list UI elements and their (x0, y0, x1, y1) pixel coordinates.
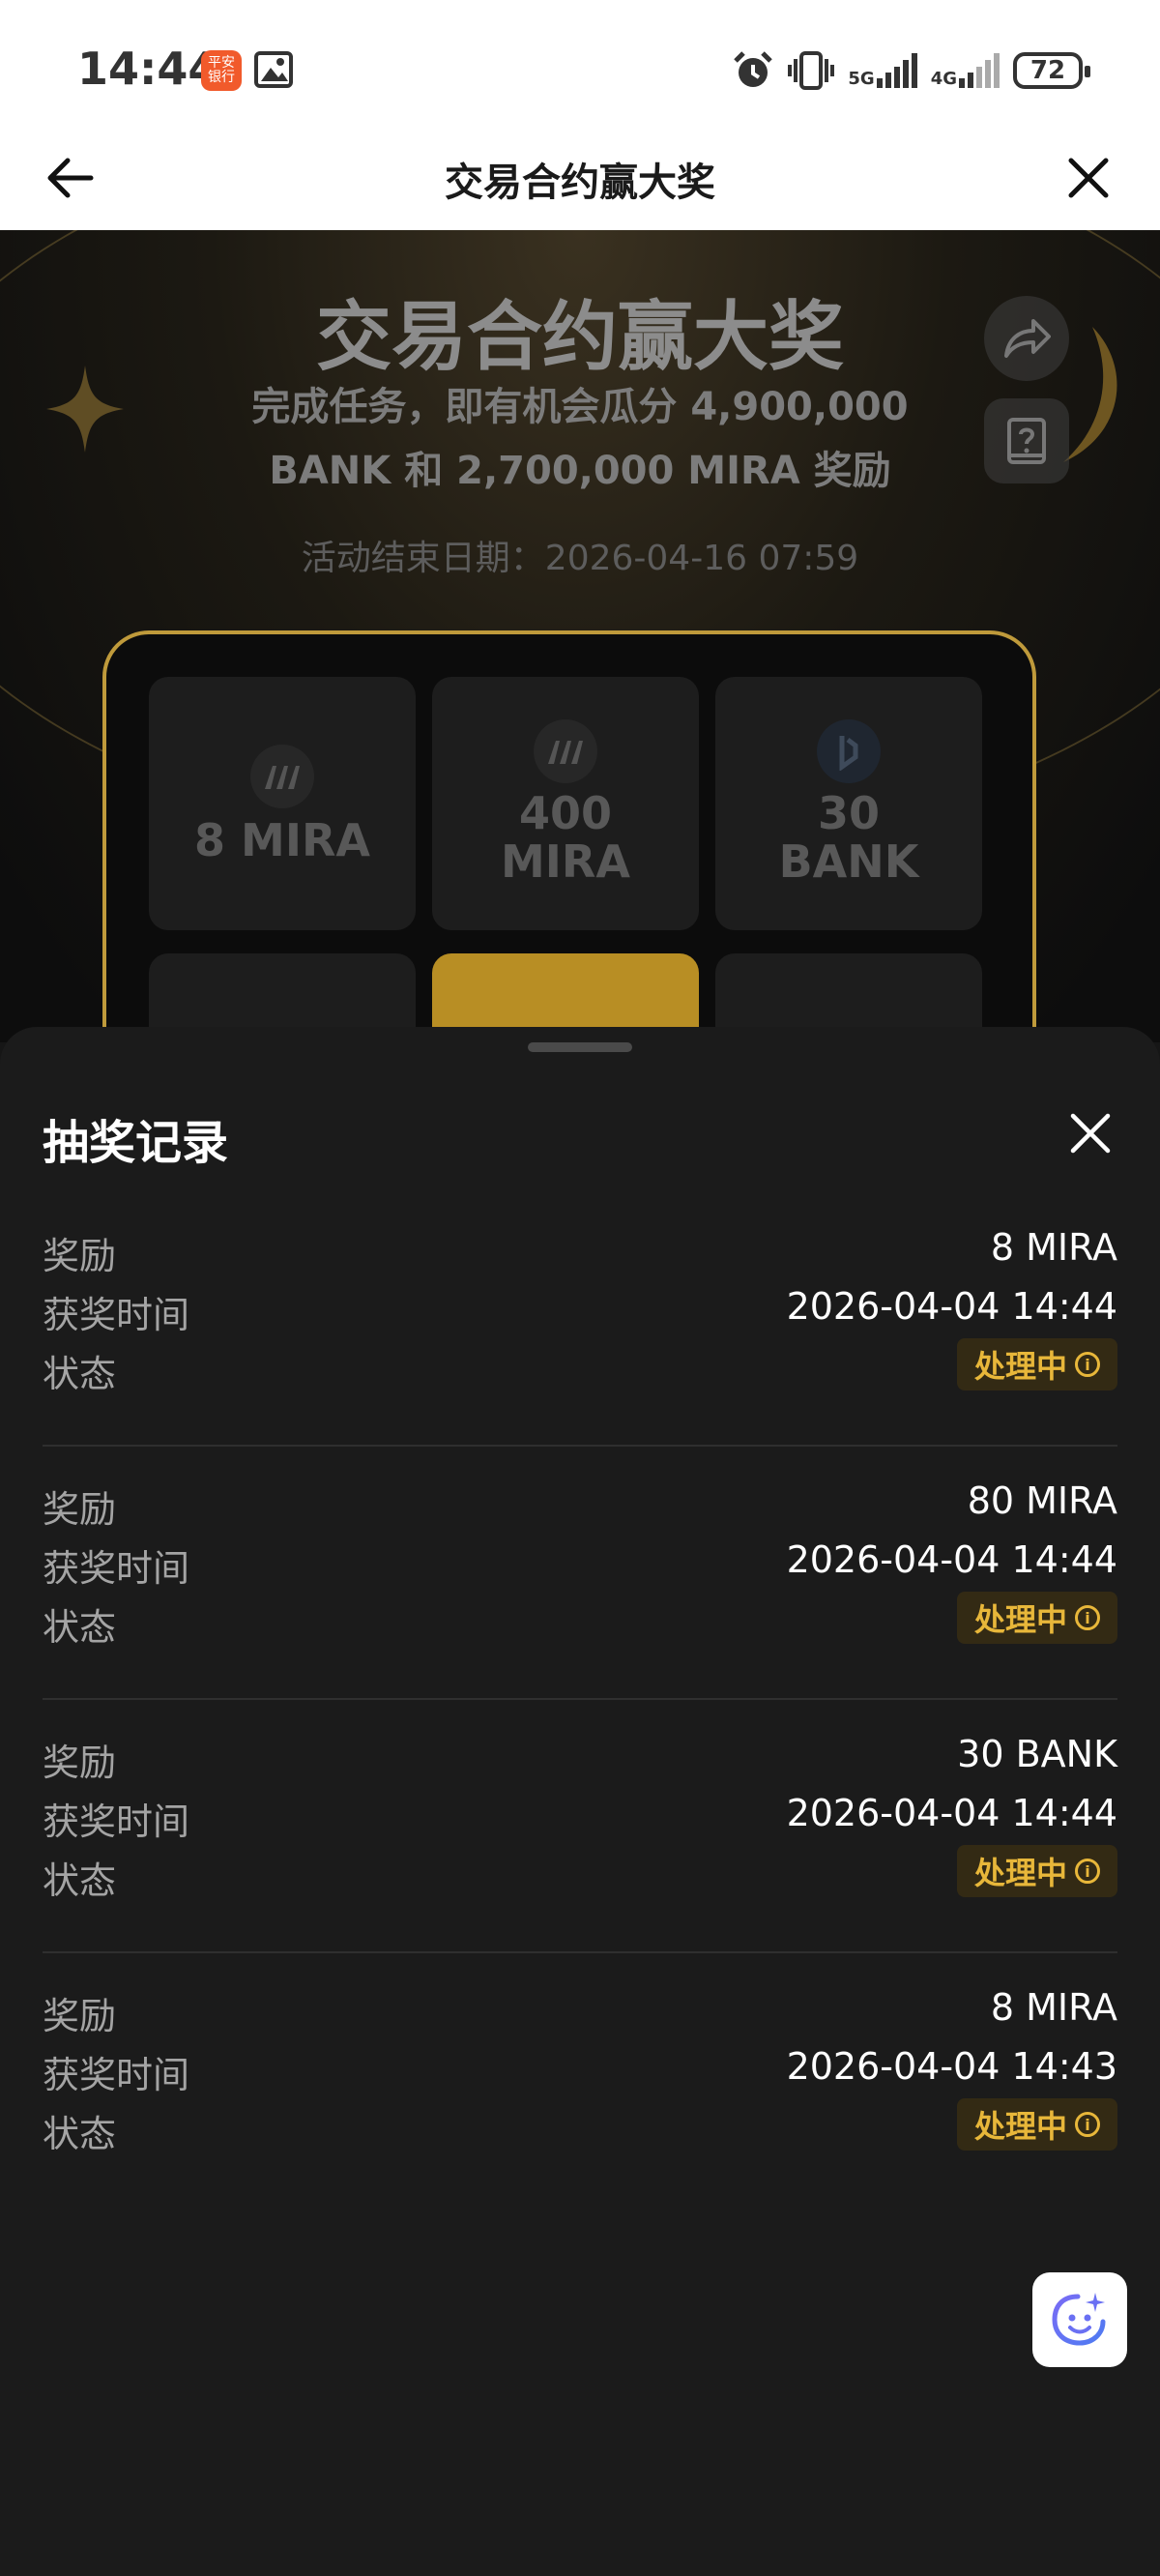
page-title: 交易合约赢大奖 (445, 161, 715, 205)
time-row: 获奖时间 2026-04-04 14:43 (43, 2039, 1117, 2097)
mira-logo-icon (534, 719, 597, 783)
promo-subtitle: 完成任务，即有机会瓜分 4,900,000 BANK 和 2,700,000 M… (251, 385, 909, 493)
lottery-records-sheet: 抽奖记录 奖励 8 MIRA 获奖时间 2026-04-04 14:44 状态 … (0, 1027, 1160, 2576)
time-value: 2026-04-04 14:43 (786, 2045, 1117, 2088)
status-text: 处理中 (973, 1601, 1067, 1638)
status-row: 状态 处理中 i (43, 1592, 1117, 1650)
vibrate-icon (788, 51, 835, 90)
prize-label: 400 MIRA (501, 787, 630, 888)
prize-cell: 30 BANK (715, 677, 982, 930)
sheet-drag-handle[interactable] (528, 1042, 632, 1052)
time-label: 获奖时间 (43, 1800, 190, 1843)
info-icon[interactable]: i (1075, 2112, 1100, 2137)
status-row: 状态 处理中 i (43, 1845, 1117, 1903)
time-value: 2026-04-04 14:44 (786, 1538, 1117, 1581)
status-badge[interactable]: 处理中 i (956, 1338, 1117, 1390)
prize-label: 8 MIRA (194, 814, 370, 866)
status-badge[interactable]: 处理中 i (956, 1845, 1117, 1897)
divider (43, 1951, 1117, 1953)
info-icon[interactable]: i (1075, 1859, 1100, 1884)
record-item: 奖励 8 MIRA 获奖时间 2026-04-04 14:44 状态 处理中 i (43, 1220, 1117, 1474)
reward-value: 80 MIRA (967, 1479, 1117, 1522)
time-label: 获奖时间 (43, 1547, 190, 1590)
share-icon (1004, 319, 1051, 358)
time-label: 获奖时间 (43, 2054, 190, 2096)
divider (43, 1445, 1117, 1447)
reward-value: 8 MIRA (990, 1986, 1117, 2029)
image-notification-icon (254, 51, 293, 88)
network-5g-label: 5G (848, 69, 875, 89)
status-label: 状态 (43, 1353, 117, 1395)
status-text: 处理中 (973, 2108, 1067, 2145)
alarm-icon (734, 51, 773, 87)
reward-label: 奖励 (43, 1235, 117, 1277)
reward-row: 奖励 8 MIRA (43, 1220, 1117, 1278)
time-value: 2026-04-04 14:44 (786, 1792, 1117, 1834)
divider (43, 1698, 1117, 1700)
mira-logo-icon (250, 745, 314, 808)
promo-banner: 交易合约赢大奖 完成任务，即有机会瓜分 4,900,000 BANK 和 2,7… (0, 230, 1160, 1042)
nav-header: 交易合约赢大奖 (0, 126, 1160, 230)
prize-label: 30 BANK (778, 787, 919, 888)
status-label: 状态 (43, 1606, 117, 1649)
time-label: 获奖时间 (43, 1294, 190, 1336)
prize-cell: 400 MIRA (432, 677, 699, 930)
promo-end-date: 活动结束日期：2026-04-16 07:59 (301, 539, 859, 578)
record-item: 奖励 30 BANK 获奖时间 2026-04-04 14:44 状态 处理中 … (43, 1727, 1117, 1980)
battery-level: 72 (1030, 56, 1066, 85)
time-row: 获奖时间 2026-04-04 14:44 (43, 1786, 1117, 1844)
reward-row: 奖励 8 MIRA (43, 1980, 1117, 2038)
status-label: 状态 (43, 2113, 117, 2155)
status-text: 处理中 (973, 1855, 1067, 1891)
signal-4g-icon (959, 53, 1000, 88)
record-item: 奖励 8 MIRA 获奖时间 2026-04-04 14:43 状态 处理中 i (43, 1980, 1117, 2234)
status-row: 状态 处理中 i (43, 1338, 1117, 1396)
status-badge[interactable]: 处理中 i (956, 2098, 1117, 2151)
reward-value: 30 BANK (957, 1733, 1117, 1775)
assistant-bot-icon (1052, 2293, 1106, 2346)
close-icon[interactable] (1059, 149, 1117, 207)
reward-row: 奖励 80 MIRA (43, 1474, 1117, 1532)
bank-logo-icon (817, 719, 881, 783)
status-time: 14:44 (77, 43, 219, 95)
time-value: 2026-04-04 14:44 (786, 1285, 1117, 1328)
prize-cell: 8 MIRA (149, 677, 416, 930)
sheet-title: 抽奖记录 (43, 1116, 229, 1170)
share-button[interactable] (984, 296, 1069, 381)
time-row: 获奖时间 2026-04-04 14:44 (43, 1533, 1117, 1591)
network-4g-label: 4G (930, 69, 957, 89)
signal-5g-icon (876, 53, 917, 88)
battery-icon: 72 (1013, 52, 1090, 89)
reward-row: 奖励 30 BANK (43, 1727, 1117, 1785)
record-item: 奖励 80 MIRA 获奖时间 2026-04-04 14:44 状态 处理中 … (43, 1474, 1117, 1727)
assistant-button[interactable] (1032, 2272, 1127, 2367)
status-bar: 14:44 平安 银行 5G 4G 72 (0, 0, 1160, 126)
status-text: 处理中 (973, 1348, 1067, 1385)
reward-label: 奖励 (43, 1488, 117, 1531)
reward-label: 奖励 (43, 1995, 117, 2037)
status-badge[interactable]: 处理中 i (956, 1592, 1117, 1644)
lottery-grid: 8 MIRA 400 MIRA 30 BANK (102, 630, 1036, 1042)
info-icon[interactable]: i (1075, 1605, 1100, 1630)
rules-book-icon (1007, 418, 1046, 464)
rules-button[interactable] (984, 398, 1069, 483)
status-label: 状态 (43, 1859, 117, 1902)
info-icon[interactable]: i (1075, 1352, 1100, 1377)
time-row: 获奖时间 2026-04-04 14:44 (43, 1279, 1117, 1337)
bank-app-notification-icon: 平安 银行 (201, 50, 242, 91)
reward-value: 8 MIRA (990, 1226, 1117, 1269)
reward-label: 奖励 (43, 1742, 117, 1784)
status-row: 状态 处理中 i (43, 2098, 1117, 2156)
close-icon[interactable] (1063, 1106, 1117, 1160)
